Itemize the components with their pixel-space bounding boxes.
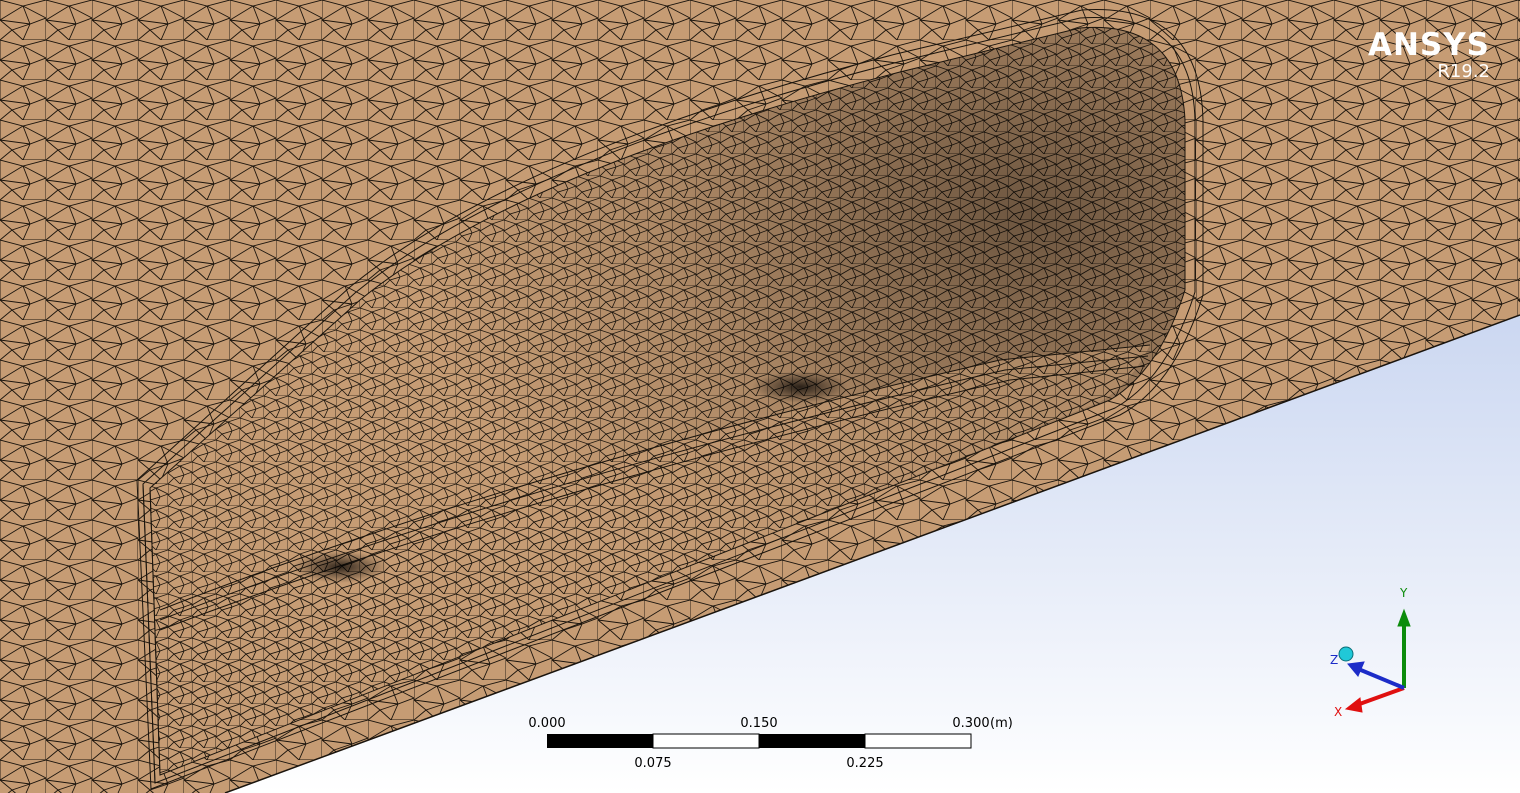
ansys-logo: ANSYS R19.2 [1368,30,1490,81]
x-axis-label: X [1334,705,1342,719]
x-axis-line [1353,686,1405,708]
logo-version: R19.2 [1437,61,1490,82]
axis-triad[interactable]: Y X Z [1320,580,1430,725]
refinement-spot-2 [752,371,848,403]
z-axis-line [1355,666,1405,690]
mesh-view [0,0,1520,793]
y-axis-arrow [1397,608,1411,627]
refinement-spot-1 [292,551,388,583]
graphics-viewport[interactable]: ANSYS R19.2 0.000 0.150 0.300 (m) 0.075 … [0,0,1520,793]
triad-origin-sphere [1338,646,1354,662]
z-axis-label: Z [1330,653,1338,667]
logo-brand: ANSYS [1367,27,1490,63]
x-axis-arrow [1344,697,1363,713]
y-axis-label: Y [1399,586,1408,600]
